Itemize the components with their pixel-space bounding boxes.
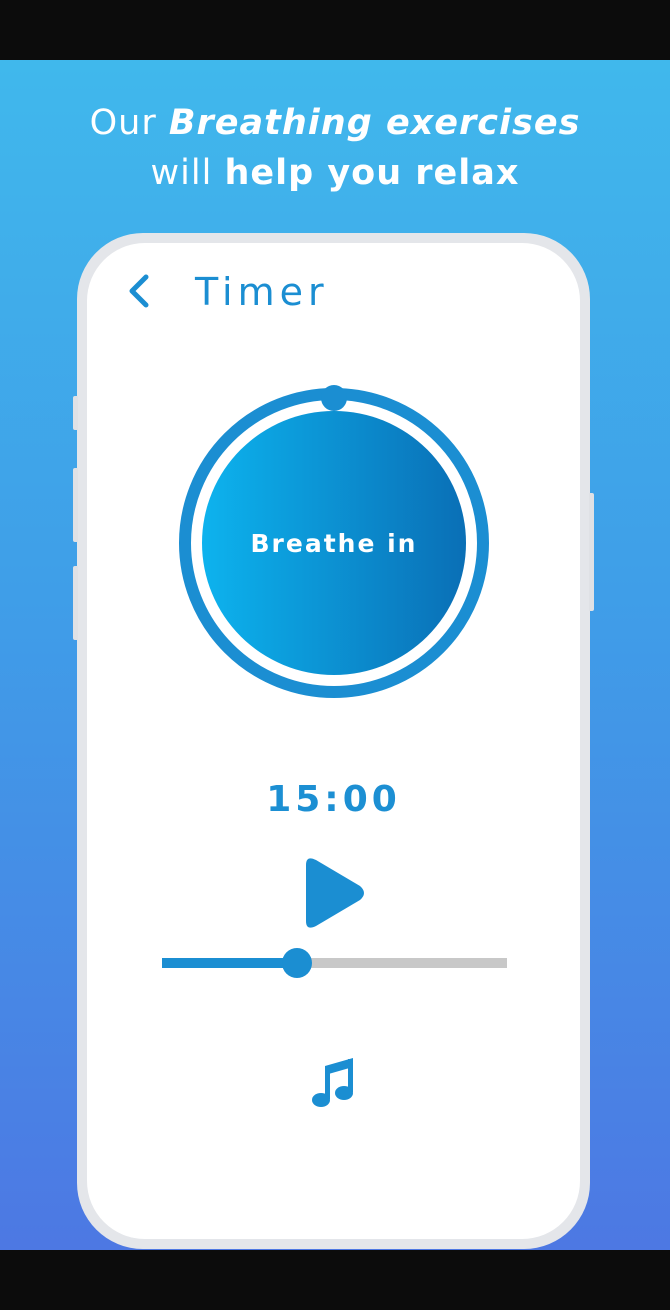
headline: Our Breathing exercises will help you re… xyxy=(0,98,670,198)
slider-fill xyxy=(162,958,297,968)
music-note-icon xyxy=(312,1058,353,1107)
phone-side-button xyxy=(73,396,78,430)
phone-side-button xyxy=(589,493,594,611)
time-display: 15:00 xyxy=(266,779,401,820)
progress-slider[interactable] xyxy=(162,948,507,978)
phone-mockup: Timer Breathe in 15:00 xyxy=(73,233,594,1249)
phone-side-button xyxy=(73,468,78,542)
breath-phase-label: Breathe in xyxy=(250,529,418,558)
top-bar xyxy=(0,0,670,60)
timer-screen: Timer Breathe in 15:00 xyxy=(87,243,580,1239)
chevron-left-icon xyxy=(129,274,149,308)
play-button[interactable] xyxy=(298,855,368,931)
promo-banner: Our Breathing exercises will help you re… xyxy=(0,60,670,1250)
headline-emphasis: Breathing exercises xyxy=(168,103,581,143)
headline-bold: help you relax xyxy=(224,153,520,193)
bottom-bar xyxy=(0,1250,670,1310)
play-icon xyxy=(306,858,364,928)
headline-line-1: Our Breathing exercises xyxy=(89,103,581,143)
phone-side-button xyxy=(73,566,78,640)
ring-handle xyxy=(321,385,347,411)
slider-thumb[interactable] xyxy=(281,948,312,978)
music-button[interactable] xyxy=(309,1055,359,1109)
page-title: Timer xyxy=(195,270,329,314)
back-button[interactable] xyxy=(120,271,160,311)
headline-line-2: will help you relax xyxy=(150,153,520,193)
